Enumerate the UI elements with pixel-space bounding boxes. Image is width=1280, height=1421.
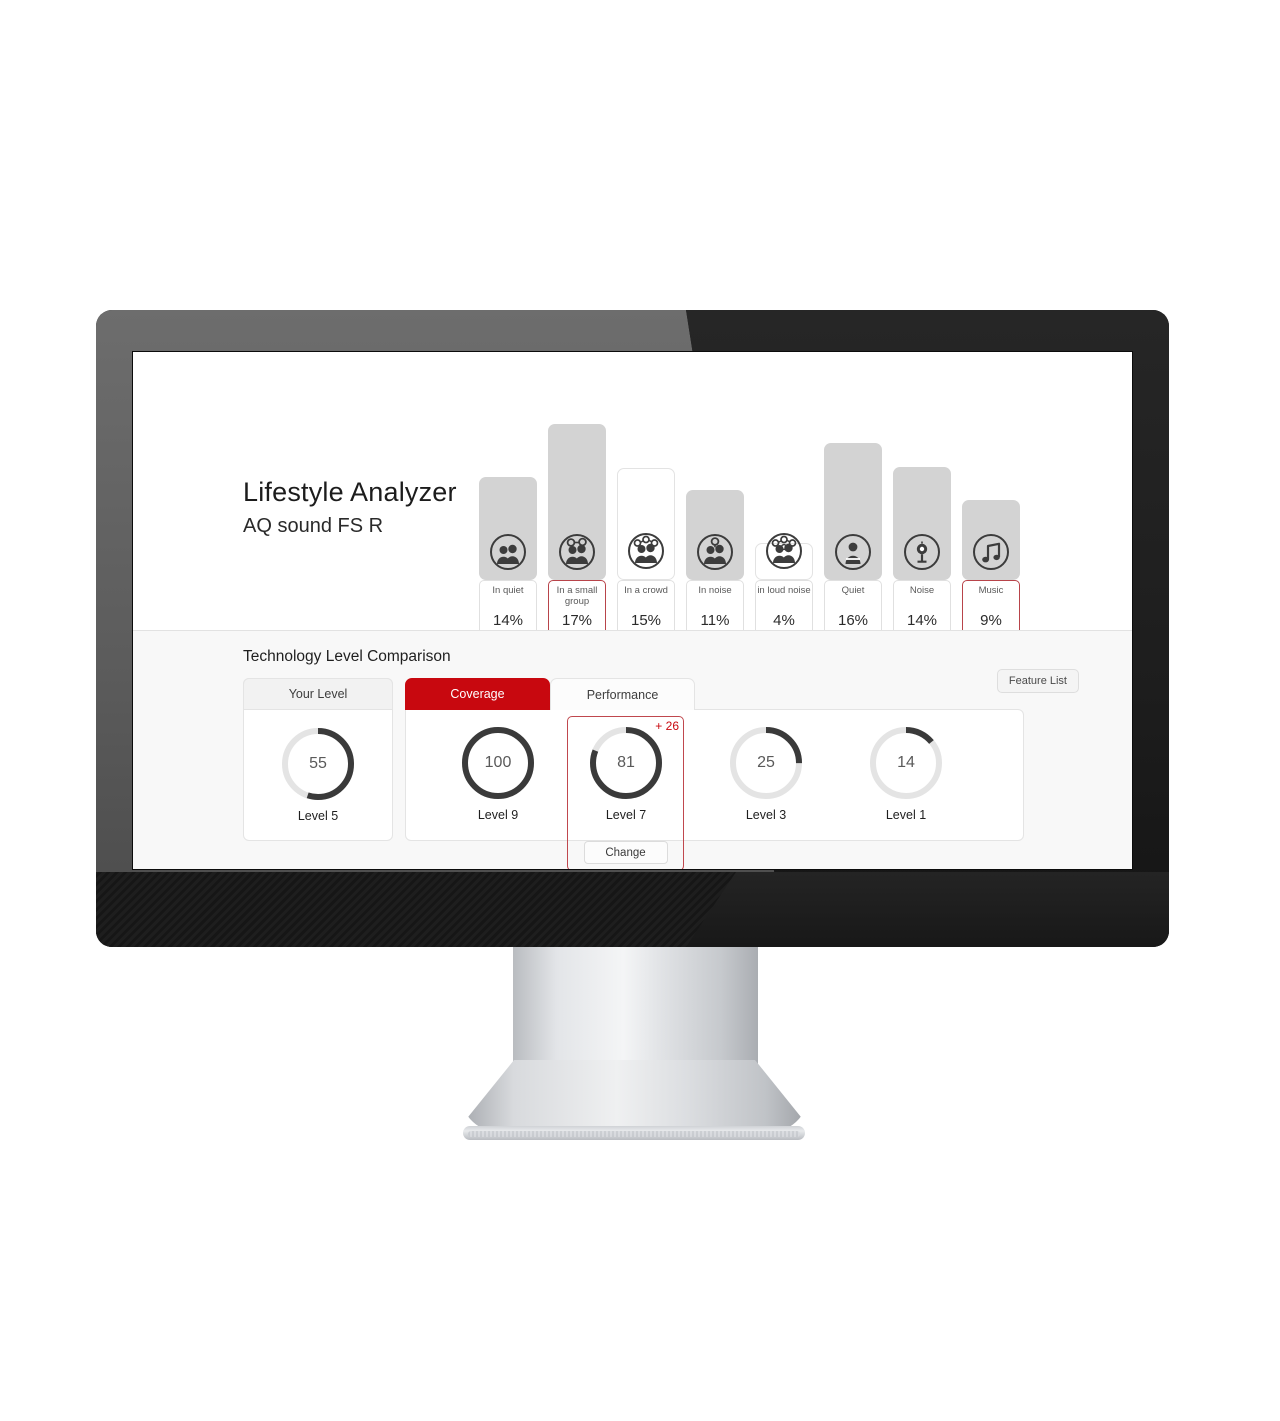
bar-label-text: Quiet xyxy=(841,585,865,596)
donut-value: 55 xyxy=(309,755,327,772)
level-donut-cell[interactable]: 25 Level 3 xyxy=(696,710,836,822)
bar-label-box[interactable]: Music 9% xyxy=(962,580,1020,636)
bar xyxy=(686,490,744,580)
bar xyxy=(824,443,882,580)
bar-label-text: in loud noise xyxy=(757,585,811,596)
technology-level-section: Technology Level Comparison 55 Level 5 Yo… xyxy=(133,631,1132,869)
bar xyxy=(617,468,675,580)
donut-chart: 100 xyxy=(459,724,537,802)
bar-label-value: 14% xyxy=(906,612,938,629)
highlighted-level-card[interactable]: + 26 Change xyxy=(567,716,684,869)
your-level-tab[interactable]: Your Level xyxy=(243,678,393,710)
donut-level-label: Level 9 xyxy=(477,808,519,822)
bar-label-value: 9% xyxy=(980,612,1002,629)
bar-label-box[interactable]: In quiet 14% xyxy=(479,580,537,636)
tab-coverage[interactable]: Coverage xyxy=(405,678,550,710)
title-block: Lifestyle Analyzer AQ sound FS R xyxy=(243,477,457,538)
section-title: Technology Level Comparison xyxy=(243,648,451,665)
lifestyle-bar-chart xyxy=(479,380,1035,580)
donut-chart: 14 xyxy=(867,724,945,802)
delta-badge: + 26 xyxy=(655,719,679,733)
crowd-icon xyxy=(626,531,666,571)
bar xyxy=(962,500,1020,580)
your-level-donut-cell: 55 Level 5 xyxy=(244,711,392,823)
donut-chart: 25 xyxy=(727,724,805,802)
donut-value: 14 xyxy=(897,754,915,771)
app-window: Lifestyle Analyzer AQ sound FS R In quie… xyxy=(133,352,1132,869)
donut-level-label: Level 5 xyxy=(297,809,339,823)
bar xyxy=(479,477,537,580)
donut-value: 100 xyxy=(484,754,512,771)
donut-level-label: Level 1 xyxy=(885,808,927,822)
page-title: Lifestyle Analyzer xyxy=(243,477,457,507)
small-group-icon xyxy=(557,532,597,572)
bar-label-box[interactable]: In a crowd 15% xyxy=(617,580,675,636)
bar-label-box[interactable]: Quiet 16% xyxy=(824,580,882,636)
bar-label-text: Music xyxy=(978,585,1004,596)
level-donut-cell[interactable]: 100 Level 9 xyxy=(428,710,568,822)
monitor-stand-flare xyxy=(462,1060,807,1135)
bar-label-value: 17% xyxy=(561,612,593,629)
people-in-noise-icon xyxy=(695,532,735,572)
monitor-screen: Lifestyle Analyzer AQ sound FS R In quie… xyxy=(132,351,1133,870)
person-noise-icon xyxy=(902,532,942,572)
tab-performance[interactable]: Performance xyxy=(550,678,695,710)
change-button[interactable]: Change xyxy=(583,841,668,864)
feature-list-button[interactable]: Feature List xyxy=(996,669,1079,693)
lifestyle-analyzer-section: Lifestyle Analyzer AQ sound FS R In quie… xyxy=(133,352,1132,662)
bar xyxy=(893,467,951,580)
comparison-tabs: Coverage Performance xyxy=(405,678,695,710)
loud-noise-icon xyxy=(764,531,804,571)
person-quiet-icon xyxy=(833,532,873,572)
page-subtitle: AQ sound FS R xyxy=(243,515,384,538)
bar-label-box[interactable]: Noise 14% xyxy=(893,580,951,636)
level-donut-cell[interactable]: 14 Level 1 xyxy=(836,710,976,822)
bar-label-box[interactable]: In a small group 17% xyxy=(548,580,606,636)
bar-label-value: 11% xyxy=(700,612,730,629)
bar-label-text: In noise xyxy=(698,585,732,596)
monitor-bezel-bottom-texture xyxy=(96,872,736,947)
bar xyxy=(755,533,813,580)
monitor-stand-base-edge xyxy=(468,1131,800,1137)
bar-label-value: 4% xyxy=(773,612,795,629)
bar-label-value: 14% xyxy=(492,612,524,629)
bar-label-box[interactable]: in loud noise 4% xyxy=(755,580,813,636)
comparison-panel: 100 Level 9 81 Level 7 + 26 Change 25 Level 3 14… xyxy=(405,709,1024,869)
bar-label-text: Noise xyxy=(909,585,935,596)
bar-label-value: 15% xyxy=(630,612,662,629)
bar-label-box[interactable]: In noise 11% xyxy=(686,580,744,636)
bar-label-text: In a crowd xyxy=(624,585,668,596)
monitor-frame: Lifestyle Analyzer AQ sound FS R In quie… xyxy=(96,310,1169,947)
bar-label-text: In quiet xyxy=(492,585,524,596)
donut-value: 25 xyxy=(757,754,775,771)
level-donut-cell[interactable]: 55 Level 5 xyxy=(244,725,392,823)
bar-label-text: In a small group xyxy=(556,585,598,607)
music-note-icon xyxy=(971,532,1011,572)
two-people-quiet-icon xyxy=(488,532,528,572)
bar-label-value: 16% xyxy=(837,612,869,629)
donut-chart: 55 xyxy=(279,725,357,803)
donut-level-label: Level 3 xyxy=(745,808,787,822)
bar xyxy=(548,424,606,580)
